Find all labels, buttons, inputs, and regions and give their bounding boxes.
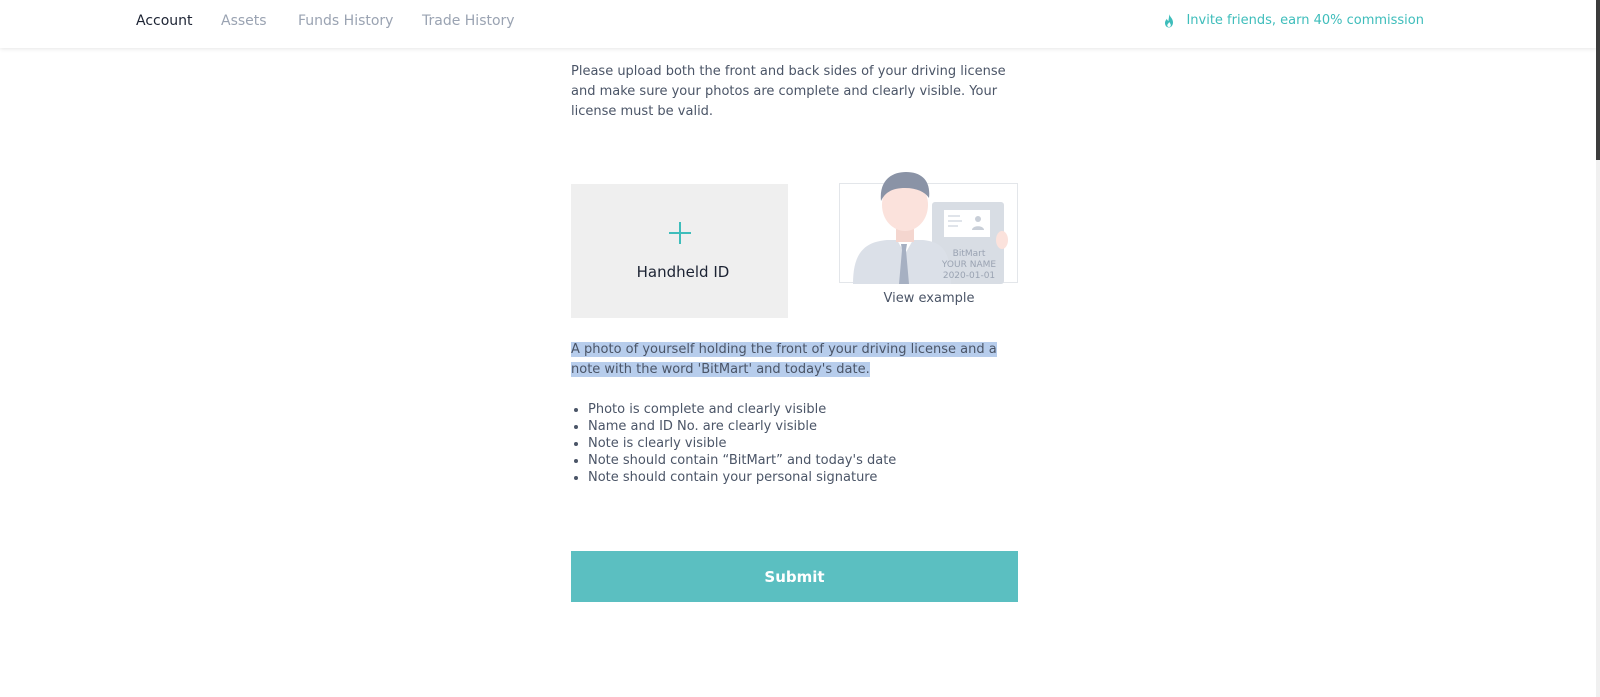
plus-icon — [669, 222, 691, 244]
list-item: Note is clearly visible — [588, 435, 896, 452]
list-item: Name and ID No. are clearly visible — [588, 418, 896, 435]
example-preview: BitMart YOUR NAME 2020-01-01 View exampl… — [839, 168, 1019, 308]
flame-icon — [1165, 13, 1174, 27]
tab-account[interactable]: Account — [136, 13, 193, 29]
card-brand-text: BitMart — [952, 249, 986, 259]
handheld-id-upload[interactable]: Handheld ID — [571, 184, 788, 318]
upload-instructions: Please upload both the front and back si… — [571, 64, 1006, 119]
top-nav-bar: Account Assets Funds History Trade Histo… — [0, 0, 1596, 48]
upload-label: Handheld ID — [636, 263, 730, 281]
tab-funds-history[interactable]: Funds History — [298, 13, 393, 29]
view-example-link[interactable]: View example — [839, 291, 1019, 306]
card-name-text: YOUR NAME — [941, 260, 997, 270]
selected-text: A photo of yourself holding the front of… — [571, 342, 997, 377]
photo-description: A photo of yourself holding the front of… — [571, 340, 1017, 380]
tab-assets[interactable]: Assets — [221, 13, 267, 29]
requirements-list: Photo is complete and clearly visible Na… — [571, 401, 896, 486]
vertical-scrollbar[interactable] — [1596, 0, 1600, 697]
invite-friends-link[interactable]: Invite friends, earn 40% commission — [1163, 13, 1424, 28]
list-item: Photo is complete and clearly visible — [588, 401, 896, 418]
card-date-text: 2020-01-01 — [942, 271, 996, 281]
example-illustration — [853, 172, 1008, 284]
list-item: Note should contain your personal signat… — [588, 469, 896, 486]
submit-button[interactable]: Submit — [571, 551, 1018, 602]
list-item: Note should contain “BitMart” and today'… — [588, 452, 896, 469]
scrollbar-thumb[interactable] — [1596, 0, 1600, 160]
invite-label: Invite friends, earn 40% commission — [1186, 13, 1424, 28]
tab-trade-history[interactable]: Trade History — [422, 13, 515, 29]
